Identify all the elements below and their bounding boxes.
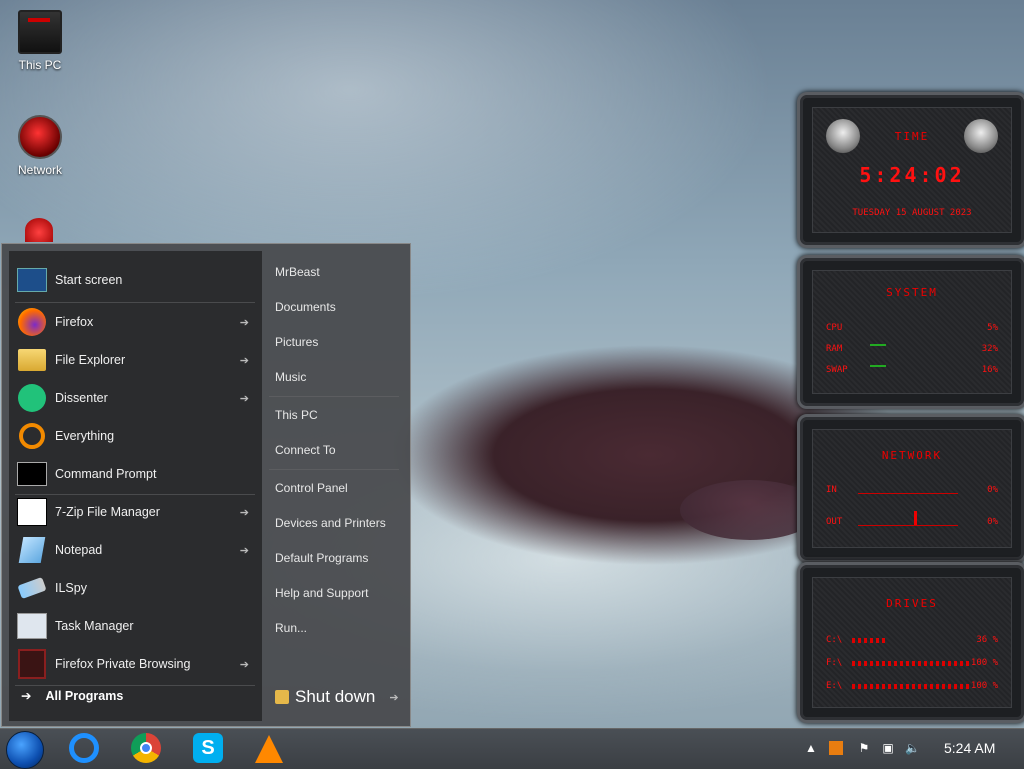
task-manager-icon	[17, 611, 47, 641]
action-center-flag-icon[interactable]: ⚑	[857, 741, 871, 755]
pinned-start-screen[interactable]: Start screen	[17, 262, 257, 298]
link-this-pc[interactable]: This PC	[275, 408, 318, 422]
tray-app-icon[interactable]	[829, 741, 843, 755]
link-help-support[interactable]: Help and Support	[275, 586, 368, 600]
drive-e-bar	[852, 684, 972, 689]
link-pictures[interactable]: Pictures	[275, 335, 318, 349]
pinned-notepad[interactable]: Notepad ➔	[17, 532, 257, 568]
cpu-row: CPU 5%	[826, 323, 998, 333]
drive-c-bar	[852, 638, 888, 643]
submenu-arrow-icon: ➔	[239, 544, 249, 557]
time-gadget-title: TIME	[894, 130, 930, 143]
time-gadget[interactable]: TIME 5:24:02 TUESDAY 15 AUGUST 2023	[797, 92, 1024, 248]
desktop-icon-network[interactable]: Network	[5, 115, 75, 177]
submenu-arrow-icon: ➔	[239, 506, 249, 519]
pinned-firefox-private[interactable]: Firefox Private Browsing ➔	[17, 646, 257, 682]
firefox-icon	[17, 307, 47, 337]
submenu-arrow-icon: ➔	[239, 658, 249, 671]
network-icon	[18, 115, 62, 159]
link-control-panel[interactable]: Control Panel	[275, 481, 348, 495]
swap-meter	[870, 365, 886, 367]
submenu-arrow-icon: ➔	[239, 392, 249, 405]
pinned-everything[interactable]: Everything	[17, 418, 257, 454]
shutdown-button[interactable]: Shut down ➔	[275, 687, 399, 707]
gadget-date: TUESDAY 15 AUGUST 2023	[852, 208, 972, 218]
7zip-icon	[17, 497, 47, 527]
ilspy-icon	[17, 573, 47, 603]
link-user-folder[interactable]: MrBeast	[275, 265, 320, 279]
shutdown-options-arrow-icon[interactable]: ➔	[389, 691, 398, 704]
pinned-task-manager[interactable]: Task Manager	[17, 608, 257, 644]
net-spike	[914, 511, 917, 525]
vlc-icon	[255, 735, 283, 763]
arrow-right-icon: ➔	[21, 689, 32, 703]
desktop-icon-label: This PC	[18, 58, 62, 72]
folder-icon	[17, 345, 47, 375]
submenu-arrow-icon: ➔	[239, 316, 249, 329]
taskbar-skype[interactable]: S	[193, 733, 225, 765]
firefox-private-icon	[17, 649, 47, 679]
network-gadget-title: NETWORK	[881, 449, 943, 462]
network-gadget[interactable]: NETWORK IN 0% OUT 0%	[797, 414, 1024, 563]
desktop-icon-label: Network	[17, 163, 62, 177]
pinned-7zip[interactable]: 7-Zip File Manager ➔	[17, 494, 257, 530]
taskbar-internet-explorer[interactable]	[69, 733, 101, 765]
pinned-ilspy[interactable]: ILSpy	[17, 570, 257, 606]
system-gadget[interactable]: SYSTEM CPU 5% RAM 32% SWAP 16%	[797, 255, 1024, 409]
swap-row: SWAP 16%	[826, 365, 998, 375]
taskbar: S ▲ ⚑ ▣ 🔈 5:24 AM	[0, 728, 1024, 769]
computer-icon	[18, 10, 62, 54]
gadget-clock: 5:24:02	[859, 163, 965, 187]
submenu-arrow-icon: ➔	[239, 354, 249, 367]
desktop-icon-partial[interactable]	[25, 218, 53, 242]
taskbar-clock[interactable]: 5:24 AM	[944, 740, 995, 756]
notepad-icon	[17, 535, 47, 565]
system-gadget-title: SYSTEM	[886, 286, 938, 299]
drive-f-bar	[852, 661, 972, 666]
drives-gadget[interactable]: DRIVES C:\ 36 % F:\ 100 % E:\ 100 %	[797, 562, 1024, 723]
link-run[interactable]: Run...	[275, 621, 307, 635]
taskbar-vlc[interactable]	[255, 733, 287, 765]
link-music[interactable]: Music	[275, 370, 306, 384]
tray-overflow-icon[interactable]: ▲	[804, 741, 818, 755]
search-icon	[17, 421, 47, 451]
link-documents[interactable]: Documents	[275, 300, 336, 314]
internet-explorer-icon	[69, 733, 99, 763]
start-orb-button[interactable]	[6, 731, 44, 769]
net-out-graph	[858, 525, 958, 526]
pinned-firefox[interactable]: Firefox ➔	[17, 304, 257, 340]
volume-icon[interactable]: 🔈	[905, 741, 920, 755]
taskbar-chrome[interactable]	[131, 733, 163, 765]
drives-gadget-title: DRIVES	[886, 597, 938, 610]
all-programs-button[interactable]: ➔ All Programs	[21, 688, 123, 703]
start-screen-icon	[17, 265, 47, 295]
dissenter-icon	[17, 383, 47, 413]
chrome-icon	[131, 733, 161, 763]
shield-icon	[275, 690, 289, 704]
link-connect-to[interactable]: Connect To	[275, 443, 336, 457]
skype-icon: S	[193, 733, 223, 763]
link-default-programs[interactable]: Default Programs	[275, 551, 368, 565]
pinned-file-explorer[interactable]: File Explorer ➔	[17, 342, 257, 378]
ram-row: RAM 32%	[826, 344, 998, 354]
terminal-icon	[17, 459, 47, 489]
pinned-dissenter[interactable]: Dissenter ➔	[17, 380, 257, 416]
network-status-icon[interactable]: ▣	[881, 741, 895, 755]
start-menu-programs-pane: Start screen Firefox ➔ File Explorer ➔ Dis…	[9, 251, 262, 721]
link-devices-printers[interactable]: Devices and Printers	[275, 516, 386, 530]
desktop-icon-this-pc[interactable]: This PC	[5, 10, 75, 72]
start-menu: Start screen Firefox ➔ File Explorer ➔ Dis…	[1, 243, 411, 727]
ram-meter	[870, 344, 886, 346]
net-in-graph	[858, 493, 958, 494]
pinned-command-prompt[interactable]: Command Prompt	[17, 456, 257, 492]
